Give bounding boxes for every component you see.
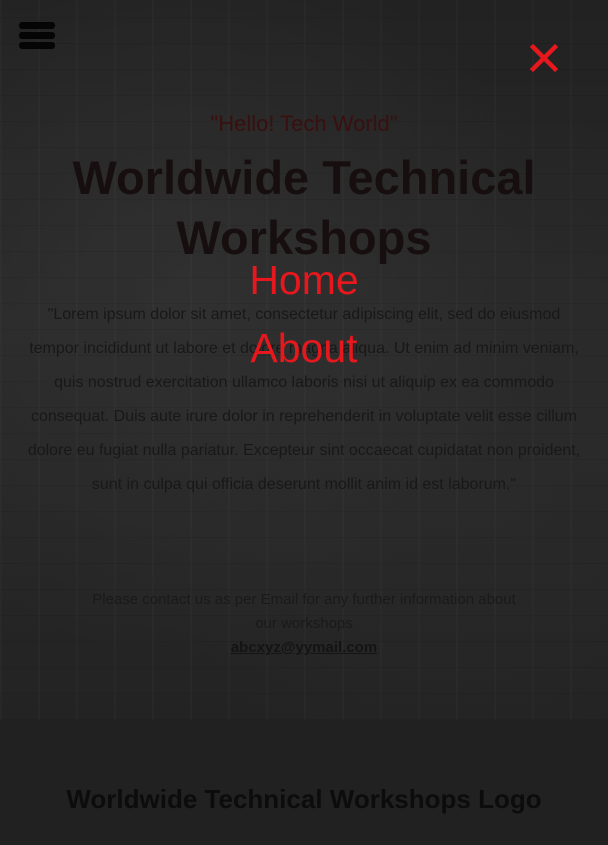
nav-menu: Home About: [0, 246, 608, 382]
menu-overlay[interactable]: [0, 0, 608, 845]
hamburger-menu-icon[interactable]: [19, 22, 55, 49]
nav-item-about[interactable]: About: [0, 314, 608, 382]
close-icon[interactable]: [528, 42, 560, 74]
nav-item-home[interactable]: Home: [0, 246, 608, 314]
